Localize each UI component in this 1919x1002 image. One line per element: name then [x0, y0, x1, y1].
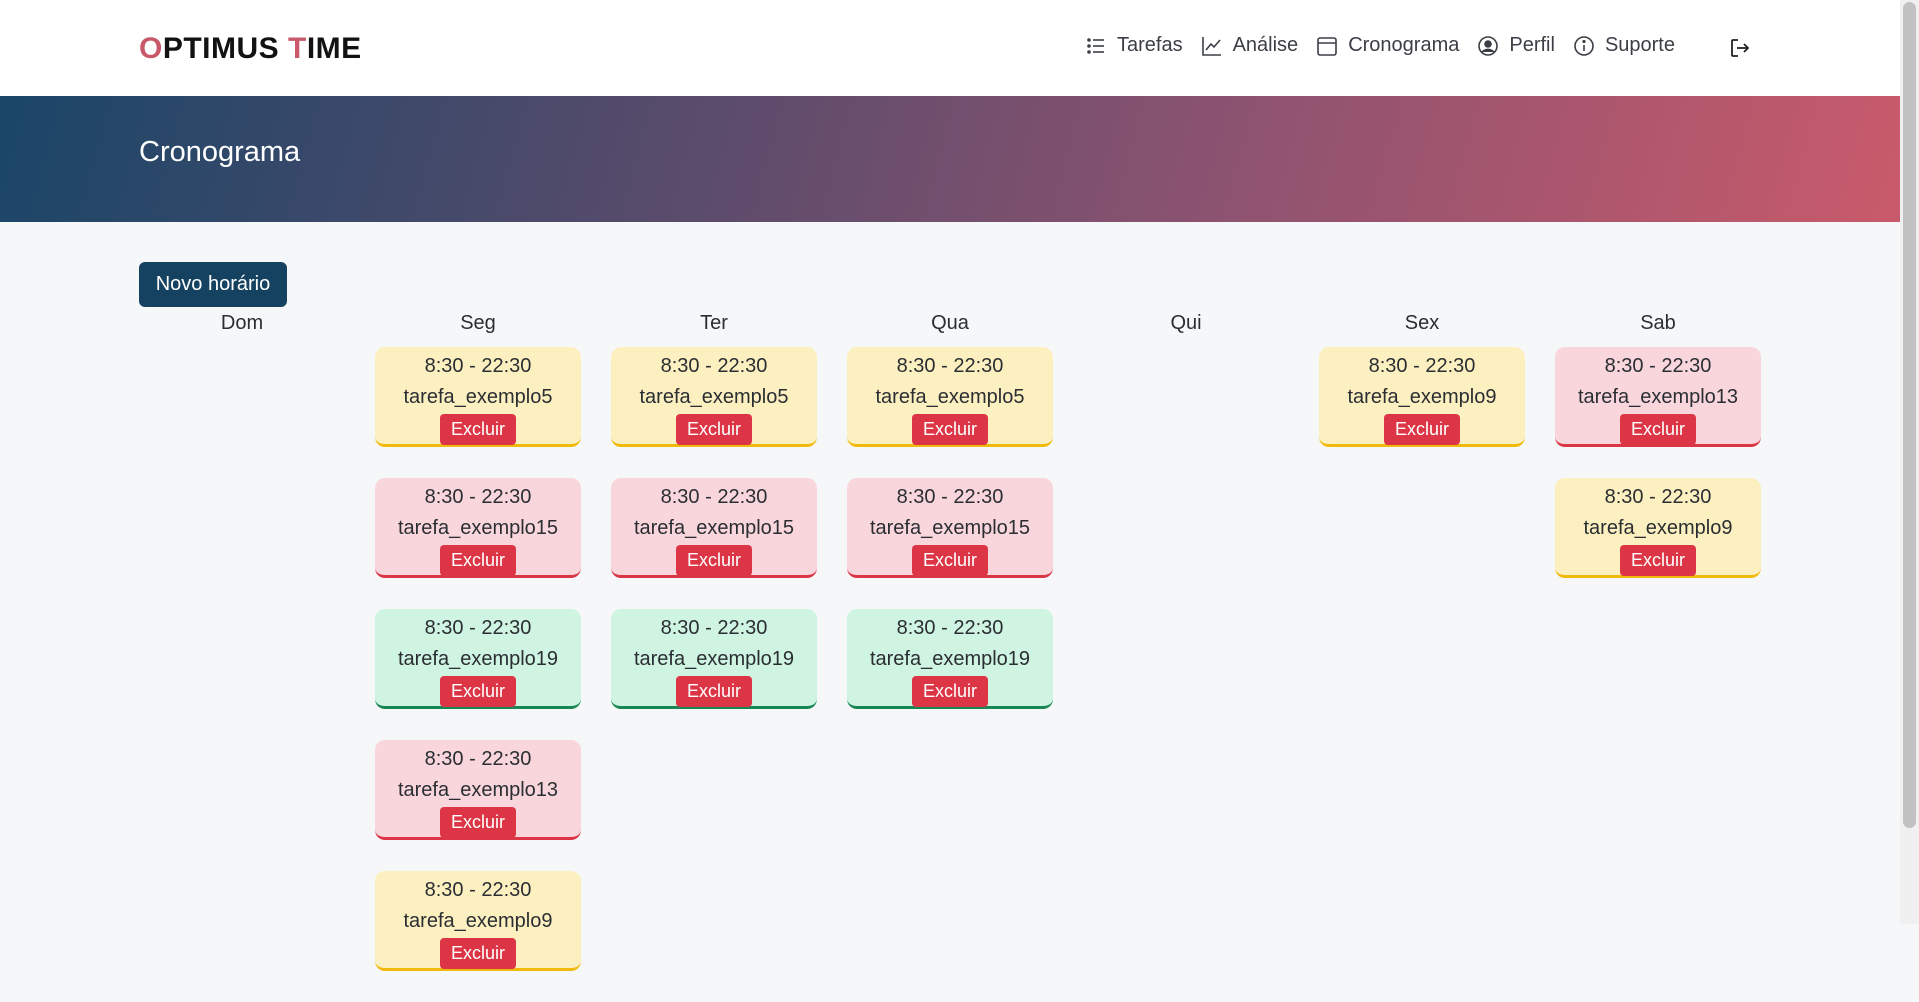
calendar-icon — [1317, 36, 1337, 56]
schedule-card: 8:30 - 22:30 tarefa_exemplo13 Excluir — [375, 740, 581, 840]
schedule-time: 8:30 - 22:30 — [1604, 486, 1712, 508]
day-title: Ter — [700, 312, 728, 334]
schedule-card: 8:30 - 22:30 tarefa_exemplo9 Excluir — [375, 871, 581, 971]
schedule-time: 8:30 - 22:30 — [424, 617, 532, 639]
delete-button[interactable]: Excluir — [675, 414, 752, 445]
schedule-time: 8:30 - 22:30 — [1368, 355, 1476, 377]
delete-button[interactable]: Excluir — [911, 414, 988, 445]
nav-analysis[interactable]: Análise — [1201, 34, 1299, 57]
schedule-time: 8:30 - 22:30 — [424, 486, 532, 508]
top-navbar: OPTIMUS TIME Tarefas Análise Cronograma — [0, 0, 1900, 96]
schedule-task-name: tarefa_exemplo5 — [639, 386, 789, 408]
schedule-task-name: tarefa_exemplo9 — [403, 910, 553, 932]
schedule-task-name: tarefa_exemplo15 — [869, 517, 1031, 539]
delete-button[interactable]: Excluir — [439, 807, 516, 838]
brand-text-optimus: PTIMUS — [162, 32, 289, 65]
delete-button[interactable]: Excluir — [911, 676, 988, 707]
day-column-dom: Dom — [139, 312, 345, 338]
schedule-time: 8:30 - 22:30 — [896, 617, 1004, 639]
day-column-sex: Sex 8:30 - 22:30 tarefa_exemplo9 Excluir — [1319, 312, 1525, 478]
schedule-card: 8:30 - 22:30 tarefa_exemplo19 Excluir — [611, 609, 817, 709]
scrollbar-thumb[interactable] — [1903, 2, 1916, 828]
day-column-ter: Ter 8:30 - 22:30 tarefa_exemplo5 Excluir 8:3… — [611, 312, 817, 740]
schedule-task-name: tarefa_exemplo19 — [869, 648, 1031, 670]
schedule-task-name: tarefa_exemplo19 — [633, 648, 795, 670]
nav-support-label: Suporte — [1604, 34, 1675, 56]
nav-schedule-label: Cronograma — [1348, 34, 1460, 56]
day-column-sab: Sab 8:30 - 22:30 tarefa_exemplo13 Excluir 8:… — [1555, 312, 1761, 609]
schedule-time: 8:30 - 22:30 — [424, 748, 532, 770]
list-icon — [1087, 37, 1104, 54]
day-title: Sab — [1640, 312, 1676, 334]
schedule-time: 8:30 - 22:30 — [424, 355, 532, 377]
delete-button[interactable]: Excluir — [1619, 545, 1696, 576]
schedule-card: 8:30 - 22:30 tarefa_exemplo5 Excluir — [847, 347, 1053, 447]
nav-analysis-label: Análise — [1232, 34, 1299, 56]
delete-button[interactable]: Excluir — [439, 414, 516, 445]
schedule-time: 8:30 - 22:30 — [896, 486, 1004, 508]
schedule-time: 8:30 - 22:30 — [424, 879, 532, 901]
nav-schedule[interactable]: Cronograma — [1316, 34, 1459, 57]
nav-support[interactable]: Suporte — [1573, 34, 1675, 57]
schedule-task-name: tarefa_exemplo5 — [403, 386, 553, 408]
delete-button[interactable]: Excluir — [911, 545, 988, 576]
brand-logo[interactable]: OPTIMUS TIME — [139, 32, 362, 66]
schedule-task-name: tarefa_exemplo15 — [397, 517, 559, 539]
schedule-time: 8:30 - 22:30 — [1604, 355, 1712, 377]
logout-button[interactable] — [1728, 36, 1752, 65]
new-schedule-button[interactable]: Novo horário — [139, 262, 287, 307]
vertical-scrollbar[interactable] — [1900, 0, 1919, 924]
schedule-task-name: tarefa_exemplo15 — [633, 517, 795, 539]
schedule-card: 8:30 - 22:30 tarefa_exemplo9 Excluir — [1555, 478, 1761, 578]
logout-icon — [1731, 39, 1750, 57]
schedule-card: 8:30 - 22:30 tarefa_exemplo9 Excluir — [1319, 347, 1525, 447]
page-header-banner: Cronograma — [0, 96, 1900, 222]
day-title: Seg — [460, 312, 496, 334]
day-column-qua: Qua 8:30 - 22:30 tarefa_exemplo5 Excluir 8:3… — [847, 312, 1053, 740]
schedule-card: 8:30 - 22:30 tarefa_exemplo15 Excluir — [847, 478, 1053, 578]
schedule-card: 8:30 - 22:30 tarefa_exemplo5 Excluir — [611, 347, 817, 447]
day-title: Dom — [220, 312, 264, 334]
page-title: Cronograma — [139, 136, 301, 168]
schedule-time: 8:30 - 22:30 — [660, 617, 768, 639]
schedule-task-name: tarefa_exemplo13 — [397, 779, 559, 801]
schedule-time: 8:30 - 22:30 — [896, 355, 1004, 377]
delete-button[interactable]: Excluir — [1383, 414, 1460, 445]
day-title: Qui — [1170, 312, 1202, 334]
schedule-card: 8:30 - 22:30 tarefa_exemplo13 Excluir — [1555, 347, 1761, 447]
schedule-task-name: tarefa_exemplo5 — [875, 386, 1025, 408]
brand-letter-o: O — [139, 32, 163, 65]
delete-button[interactable]: Excluir — [439, 938, 516, 969]
schedule-task-name: tarefa_exemplo9 — [1347, 386, 1497, 408]
schedule-card: 8:30 - 22:30 tarefa_exemplo5 Excluir — [375, 347, 581, 447]
schedule-card: 8:30 - 22:30 tarefa_exemplo19 Excluir — [847, 609, 1053, 709]
nav-profile[interactable]: Perfil — [1477, 34, 1555, 57]
delete-button[interactable]: Excluir — [675, 676, 752, 707]
schedule-time: 8:30 - 22:30 — [660, 486, 768, 508]
schedule-card: 8:30 - 22:30 tarefa_exemplo15 Excluir — [611, 478, 817, 578]
schedule-card: 8:30 - 22:30 tarefa_exemplo19 Excluir — [375, 609, 581, 709]
nav-tasks-label: Tarefas — [1116, 34, 1183, 56]
nav-profile-label: Perfil — [1509, 34, 1555, 56]
delete-button[interactable]: Excluir — [439, 545, 516, 576]
schedule-task-name: tarefa_exemplo13 — [1577, 386, 1739, 408]
brand-text-ime: IME — [306, 32, 362, 65]
delete-button[interactable]: Excluir — [439, 676, 516, 707]
line-chart-icon — [1201, 36, 1221, 56]
schedule-time: 8:30 - 22:30 — [660, 355, 768, 377]
info-icon — [1574, 35, 1594, 56]
schedule-task-name: tarefa_exemplo19 — [397, 648, 559, 670]
main-nav: Tarefas Análise Cronograma Perfil Suport… — [1085, 34, 1675, 57]
nav-tasks[interactable]: Tarefas — [1085, 34, 1183, 57]
brand-letter-t: T — [288, 32, 307, 65]
user-circle-icon — [1478, 35, 1499, 56]
schedule-task-name: tarefa_exemplo9 — [1583, 517, 1733, 539]
day-title: Sex — [1404, 312, 1440, 334]
day-column-qui: Qui — [1083, 312, 1289, 338]
schedule-card: 8:30 - 22:30 tarefa_exemplo15 Excluir — [375, 478, 581, 578]
delete-button[interactable]: Excluir — [1619, 414, 1696, 445]
delete-button[interactable]: Excluir — [675, 545, 752, 576]
day-title: Qua — [931, 312, 969, 334]
day-column-seg: Seg 8:30 - 22:30 tarefa_exemplo5 Excluir 8:3… — [375, 312, 581, 1002]
